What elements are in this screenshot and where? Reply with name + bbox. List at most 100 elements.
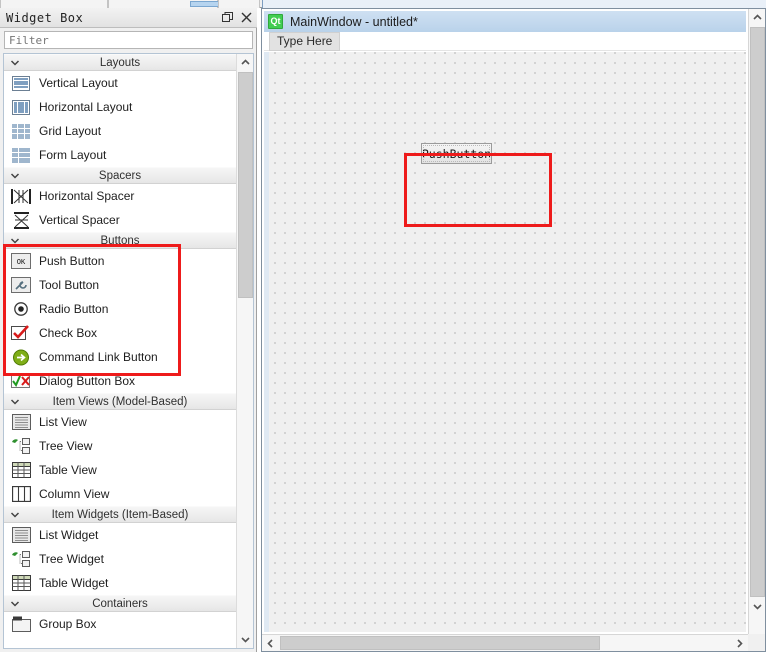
widget-item-grid-layout[interactable]: Grid Layout (4, 119, 236, 143)
widget-item-list-widget[interactable]: List Widget (4, 523, 236, 547)
widget-item-label: Command Link Button (39, 350, 158, 364)
widget-item-check-box[interactable]: Check Box (4, 321, 236, 345)
form-scroll-up-icon[interactable] (749, 9, 766, 26)
widget-item-label: Dialog Button Box (39, 374, 136, 388)
float-dock-icon[interactable] (219, 10, 236, 26)
widget-item-label: Vertical Layout (39, 76, 118, 90)
horizontal-spacer-icon (10, 186, 32, 206)
form-window-title: MainWindow - untitled* (290, 14, 418, 29)
menubar-type-here[interactable]: Type Here (269, 31, 341, 51)
category-label: Layouts (99, 56, 141, 69)
category-label: Buttons (100, 234, 140, 247)
close-icon[interactable] (238, 10, 255, 26)
chevron-down-icon[interactable] (10, 510, 20, 520)
form-scroll-right-icon[interactable] (731, 635, 748, 651)
scroll-up-icon[interactable] (237, 54, 253, 71)
chevron-down-icon[interactable] (10, 171, 20, 181)
widget-item-label: List Widget (39, 528, 99, 542)
toolbar-right-strip (262, 0, 766, 8)
widget-item-label: Grid Layout (39, 124, 102, 138)
widget-item-push-button[interactable]: OK Push Button (4, 249, 236, 273)
toolbar-segment-3 (218, 0, 260, 8)
form-editor-viewport: Qt MainWindow - untitled* Type Here Push… (262, 9, 748, 634)
widget-list-panel: Layouts Vertical Layout Horizontal Layout G… (3, 53, 254, 649)
widget-item-label: Table View (39, 463, 97, 477)
widget-item-command-link-button[interactable]: Command Link Button (4, 345, 236, 369)
category-label: Item Widgets (Item-Based) (51, 508, 189, 521)
table-view-icon (10, 460, 32, 480)
form-editor-panel: Qt MainWindow - untitled* Type Here Push… (261, 8, 766, 652)
column-view-icon (10, 484, 32, 504)
widget-item-table-view[interactable]: Table View (4, 458, 236, 482)
command-link-button-icon (10, 347, 32, 367)
form-vertical-scrollbar[interactable] (748, 9, 765, 634)
widget-item-vertical-spacer[interactable]: Vertical Spacer (4, 208, 236, 232)
widget-item-dialog-button-box[interactable]: Dialog Button Box (4, 369, 236, 393)
widget-item-group-box[interactable]: Group Box (4, 612, 236, 636)
radio-button-icon (10, 299, 32, 319)
scroll-down-icon[interactable] (237, 631, 253, 648)
canvas-left-gutter (264, 52, 269, 632)
category-header-spacers[interactable]: Spacers (4, 167, 236, 184)
category-label: Spacers (98, 169, 142, 182)
widget-item-label: Group Box (39, 617, 97, 631)
chevron-down-icon[interactable] (10, 236, 20, 246)
pushbutton-widget[interactable]: PushButton (421, 143, 492, 164)
push-button-icon: OK (10, 251, 32, 271)
grid-layout-icon (10, 121, 32, 141)
widget-item-table-widget[interactable]: Table Widget (4, 571, 236, 595)
widget-item-label: Tree Widget (39, 552, 104, 566)
list-widget-icon (10, 525, 32, 545)
table-widget-icon (10, 573, 32, 593)
widget-box-titlebar: Widget Box (0, 8, 257, 28)
chevron-down-icon[interactable] (10, 58, 20, 68)
widget-item-label: List View (39, 415, 87, 429)
form-scroll-thumb[interactable] (750, 27, 765, 597)
form-hscroll-thumb[interactable] (280, 636, 600, 650)
form-scroll-left-icon[interactable] (262, 635, 279, 651)
form-canvas[interactable]: PushButton (264, 52, 746, 632)
widget-item-label: Form Layout (39, 148, 107, 162)
widget-list-scroll-content: Layouts Vertical Layout Horizontal Layout G… (4, 54, 236, 648)
tree-widget-icon (10, 549, 32, 569)
form-horizontal-scrollbar[interactable] (262, 634, 748, 651)
widget-item-list-view[interactable]: List View (4, 410, 236, 434)
category-label: Containers (92, 597, 148, 610)
list-view-icon (10, 412, 32, 432)
category-header-buttons[interactable]: Buttons (4, 232, 236, 249)
chevron-down-icon[interactable] (10, 397, 20, 407)
chevron-down-icon[interactable] (10, 599, 20, 609)
scrollbar-corner (748, 634, 765, 651)
widget-item-tool-button[interactable]: Tool Button (4, 273, 236, 297)
qt-designer-window: Widget Box Layouts Vertical Layout Horizon… (0, 0, 766, 652)
widget-item-form-layout[interactable]: Form Layout (4, 143, 236, 167)
widget-item-tree-widget[interactable]: Tree Widget (4, 547, 236, 571)
svg-text:OK: OK (17, 258, 26, 266)
tool-button-icon (10, 275, 32, 295)
filter-input[interactable] (4, 31, 253, 49)
widget-box-dock: Widget Box Layouts Vertical Layout Horizon… (0, 8, 257, 652)
widget-item-label: Tree View (39, 439, 93, 453)
widget-item-radio-button[interactable]: Radio Button (4, 297, 236, 321)
form-scroll-down-icon[interactable] (749, 598, 766, 615)
widget-item-horizontal-layout[interactable]: Horizontal Layout (4, 95, 236, 119)
widget-item-label: Horizontal Spacer (39, 189, 135, 203)
category-label: Item Views (Model-Based) (52, 395, 188, 408)
category-header-layouts[interactable]: Layouts (4, 54, 236, 71)
widget-item-label: Column View (39, 487, 110, 501)
widget-item-horizontal-spacer[interactable]: Horizontal Spacer (4, 184, 236, 208)
widget-item-vertical-layout[interactable]: Vertical Layout (4, 71, 236, 95)
category-header-item-views-model-based[interactable]: Item Views (Model-Based) (4, 393, 236, 410)
widget-item-label: Table Widget (39, 576, 109, 590)
filter-field-wrapper (4, 31, 253, 49)
widget-item-column-view[interactable]: Column View (4, 482, 236, 506)
category-header-item-widgets-item-based[interactable]: Item Widgets (Item-Based) (4, 506, 236, 523)
widget-list-vertical-scrollbar[interactable] (236, 54, 253, 648)
scroll-thumb[interactable] (238, 72, 253, 298)
widget-item-tree-view[interactable]: Tree View (4, 434, 236, 458)
widget-item-label: Vertical Spacer (39, 213, 120, 227)
category-header-containers[interactable]: Containers (4, 595, 236, 612)
form-menubar: Type Here (264, 31, 746, 51)
group-box-icon (10, 614, 32, 634)
widget-item-label: Push Button (39, 254, 105, 268)
